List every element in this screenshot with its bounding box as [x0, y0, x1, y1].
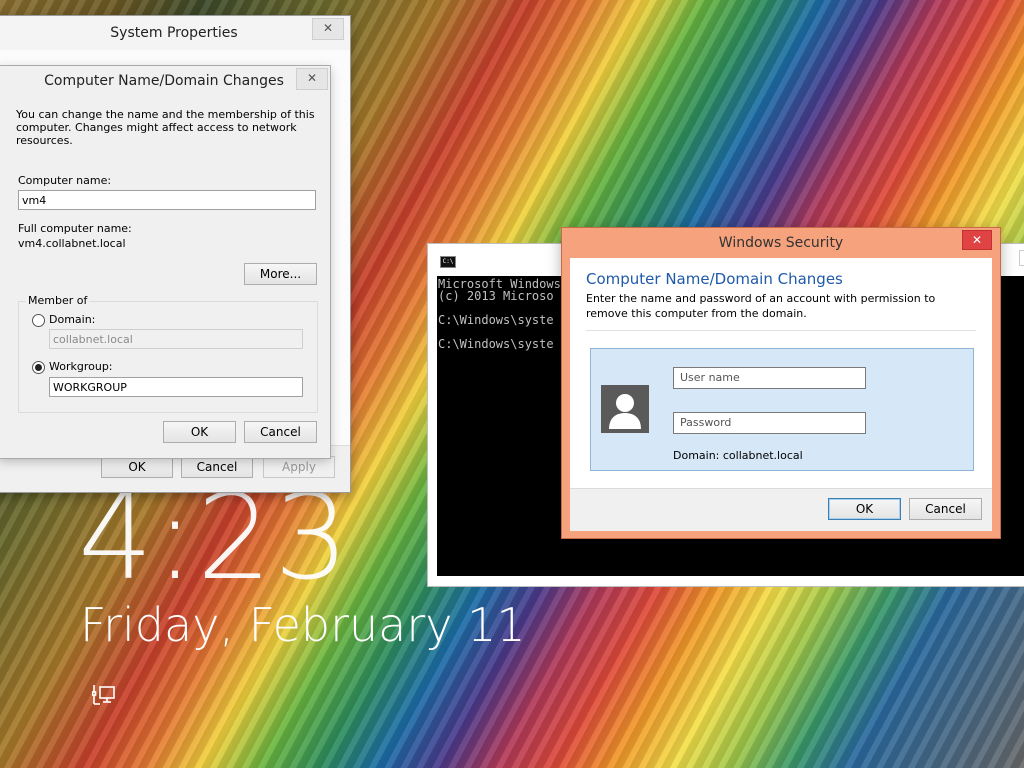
- dialog-button-bar: OK Cancel: [570, 488, 992, 531]
- workgroup-label: Workgroup:: [49, 360, 113, 373]
- ok-button[interactable]: OK: [828, 498, 901, 520]
- password-input[interactable]: Password: [673, 412, 866, 434]
- domain-input[interactable]: collabnet.local: [49, 329, 303, 349]
- console-icon: C:\: [440, 256, 456, 268]
- dialog-body: Computer Name/Domain Changes Enter the n…: [570, 258, 992, 488]
- close-button[interactable]: ✕: [296, 68, 328, 90]
- member-of-label: Member of: [26, 294, 90, 307]
- computer-name-dialog: Computer Name/Domain Changes ✕ You can c…: [0, 66, 330, 458]
- apply-button[interactable]: Apply: [263, 456, 335, 478]
- divider: [586, 330, 976, 331]
- ok-button[interactable]: OK: [101, 456, 173, 478]
- close-button[interactable]: ✕: [962, 230, 992, 250]
- workgroup-input[interactable]: WORKGROUP: [49, 377, 303, 397]
- system-properties-window: System Properties ✕ OK Cancel Apply Comp…: [0, 16, 350, 492]
- dialog-title: Windows Security: [718, 235, 844, 251]
- windows-security-dialog: Windows Security ✕ Computer Name/Domain …: [562, 228, 1000, 538]
- full-name-value: vm4.collabnet.local: [18, 237, 126, 250]
- network-icon: [91, 684, 116, 706]
- cancel-button[interactable]: Cancel: [244, 421, 317, 443]
- member-of-group: Domain: collabnet.local Workgroup: WORKG…: [18, 301, 318, 413]
- domain-text: Domain: collabnet.local: [673, 449, 803, 462]
- domain-radio[interactable]: [32, 314, 45, 327]
- ok-button[interactable]: OK: [163, 421, 236, 443]
- full-name-label: Full computer name:: [18, 222, 132, 235]
- dialog-heading: Computer Name/Domain Changes: [586, 270, 843, 288]
- dialog-message: Enter the name and password of an accoun…: [586, 292, 936, 320]
- credential-tile: User name Password Domain: collabnet.loc…: [590, 348, 974, 471]
- description-text: You can change the name and the membersh…: [16, 108, 315, 147]
- window-title: System Properties: [0, 16, 350, 50]
- lock-screen-time: 4:23: [78, 468, 351, 606]
- username-input[interactable]: User name: [673, 367, 866, 389]
- window-control-button[interactable]: [1019, 250, 1024, 266]
- more-button[interactable]: More...: [244, 263, 317, 285]
- computer-name-input[interactable]: vm4: [18, 190, 316, 210]
- workgroup-radio[interactable]: [32, 361, 45, 374]
- user-avatar-icon: [601, 385, 649, 433]
- lock-screen-date: Friday, February 11: [80, 598, 526, 652]
- close-button[interactable]: ✕: [312, 18, 344, 40]
- computer-name-label: Computer name:: [18, 174, 112, 187]
- cancel-button[interactable]: Cancel: [181, 456, 253, 478]
- domain-label: Domain:: [49, 313, 96, 326]
- dialog-title: Computer Name/Domain Changes: [0, 66, 330, 96]
- cancel-button[interactable]: Cancel: [909, 498, 982, 520]
